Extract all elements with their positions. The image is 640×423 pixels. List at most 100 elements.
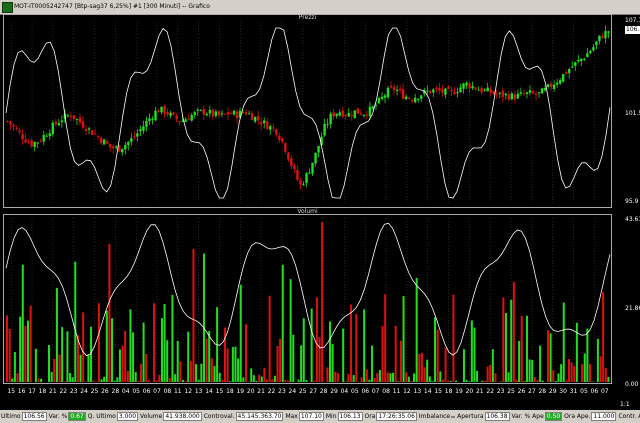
volume-bar xyxy=(160,318,163,382)
volume-bar xyxy=(27,320,30,382)
price-candle xyxy=(489,89,492,93)
status-value: 41.938.000 xyxy=(163,412,202,421)
volume-bar xyxy=(16,373,19,382)
volume-bar xyxy=(163,303,166,382)
price-candle xyxy=(574,62,577,66)
price-candle xyxy=(90,130,94,135)
volume-bar xyxy=(19,316,22,382)
price-candle xyxy=(193,112,196,116)
price-candle xyxy=(447,86,450,90)
volume-bar xyxy=(599,356,602,382)
price-candle xyxy=(410,100,414,102)
price-candle xyxy=(190,114,193,121)
volume-bar xyxy=(13,351,16,382)
status-label: Imbalance xyxy=(418,413,451,420)
volume-axis-bottom: 0.00 xyxy=(625,381,639,388)
status-label: Ora xyxy=(364,413,376,420)
volume-bar xyxy=(539,345,542,382)
volume-bar xyxy=(237,358,240,382)
price-candle xyxy=(568,69,571,73)
price-candle xyxy=(266,121,269,130)
price-candle xyxy=(543,87,547,91)
volume-bar xyxy=(588,363,592,382)
volume-bar xyxy=(79,354,82,382)
volume-bar xyxy=(336,373,339,382)
volume-bar xyxy=(205,338,208,382)
price-candle xyxy=(577,59,580,62)
volume-bar xyxy=(126,371,129,382)
price-candle xyxy=(326,123,329,125)
volume-bar xyxy=(90,326,93,382)
status-value: 106.38 xyxy=(484,412,510,421)
volume-bar xyxy=(181,379,184,382)
price-candle xyxy=(256,116,260,121)
price-candle xyxy=(498,92,501,94)
price-candle xyxy=(583,58,586,60)
price-candle xyxy=(105,141,109,144)
price-candle xyxy=(139,129,142,132)
price-candle xyxy=(392,86,396,91)
volume-bar xyxy=(147,379,150,382)
volume-bar xyxy=(34,348,37,382)
volume-bar xyxy=(187,331,190,382)
volume-bar xyxy=(113,380,116,382)
price-candle xyxy=(202,108,206,115)
volume-bar xyxy=(258,374,261,382)
price-candle xyxy=(335,113,338,116)
price-candle xyxy=(525,92,529,94)
volume-bar xyxy=(218,372,221,382)
price-candle xyxy=(54,121,58,125)
volume-bar xyxy=(329,321,332,382)
price-candle xyxy=(12,125,15,127)
price-candle xyxy=(259,122,263,125)
volume-bar xyxy=(347,374,350,382)
volume-bar xyxy=(436,329,439,382)
volume-bar xyxy=(213,366,216,382)
price-candle xyxy=(417,98,420,100)
price-candle xyxy=(57,123,61,126)
price-candle xyxy=(558,80,562,84)
volume-bar xyxy=(297,379,300,382)
price-candle xyxy=(33,142,36,148)
status-label: Contr. Ape. xyxy=(618,413,640,420)
volume-bar xyxy=(394,325,397,382)
status-label: Ora Ape. xyxy=(564,413,591,420)
price-candle xyxy=(21,133,24,140)
price-candle xyxy=(199,109,202,111)
x-axis-label: 07 xyxy=(600,388,609,395)
volume-bar xyxy=(289,279,292,382)
price-candle xyxy=(441,89,444,93)
price-candle xyxy=(302,183,305,185)
price-candle xyxy=(196,109,199,111)
volume-bar xyxy=(552,370,555,382)
volume-bar xyxy=(255,380,258,382)
price-candle xyxy=(48,133,51,137)
price-candle xyxy=(27,142,30,144)
price-oscillator-line xyxy=(5,27,611,199)
status-label: Q. Ultimo xyxy=(87,413,116,420)
price-axis-current: 106.56 xyxy=(625,26,640,34)
status-value: 0.50 xyxy=(544,412,563,421)
volume-bar xyxy=(195,364,198,382)
volume-bar xyxy=(355,314,358,382)
volume-bar xyxy=(50,372,53,382)
price-candle xyxy=(359,113,363,115)
price-candle xyxy=(522,93,526,95)
volume-bar xyxy=(184,381,187,382)
volume-bar xyxy=(473,327,476,382)
price-candle xyxy=(166,112,169,115)
price-candle xyxy=(368,106,372,117)
price-candle xyxy=(341,110,344,117)
volume-bar xyxy=(48,344,51,382)
volume-bar xyxy=(491,349,494,382)
price-candle xyxy=(465,82,468,86)
price-candle xyxy=(513,94,517,100)
volume-bar xyxy=(116,377,119,382)
volume-bar xyxy=(250,368,253,382)
volume-axis-mid: 21.867.40 xyxy=(625,305,640,312)
volume-bar xyxy=(560,364,563,382)
price-candle xyxy=(598,35,601,42)
price-candle xyxy=(142,126,145,131)
status-value: 45.145.363.70 xyxy=(235,412,284,421)
price-candle xyxy=(305,173,308,183)
